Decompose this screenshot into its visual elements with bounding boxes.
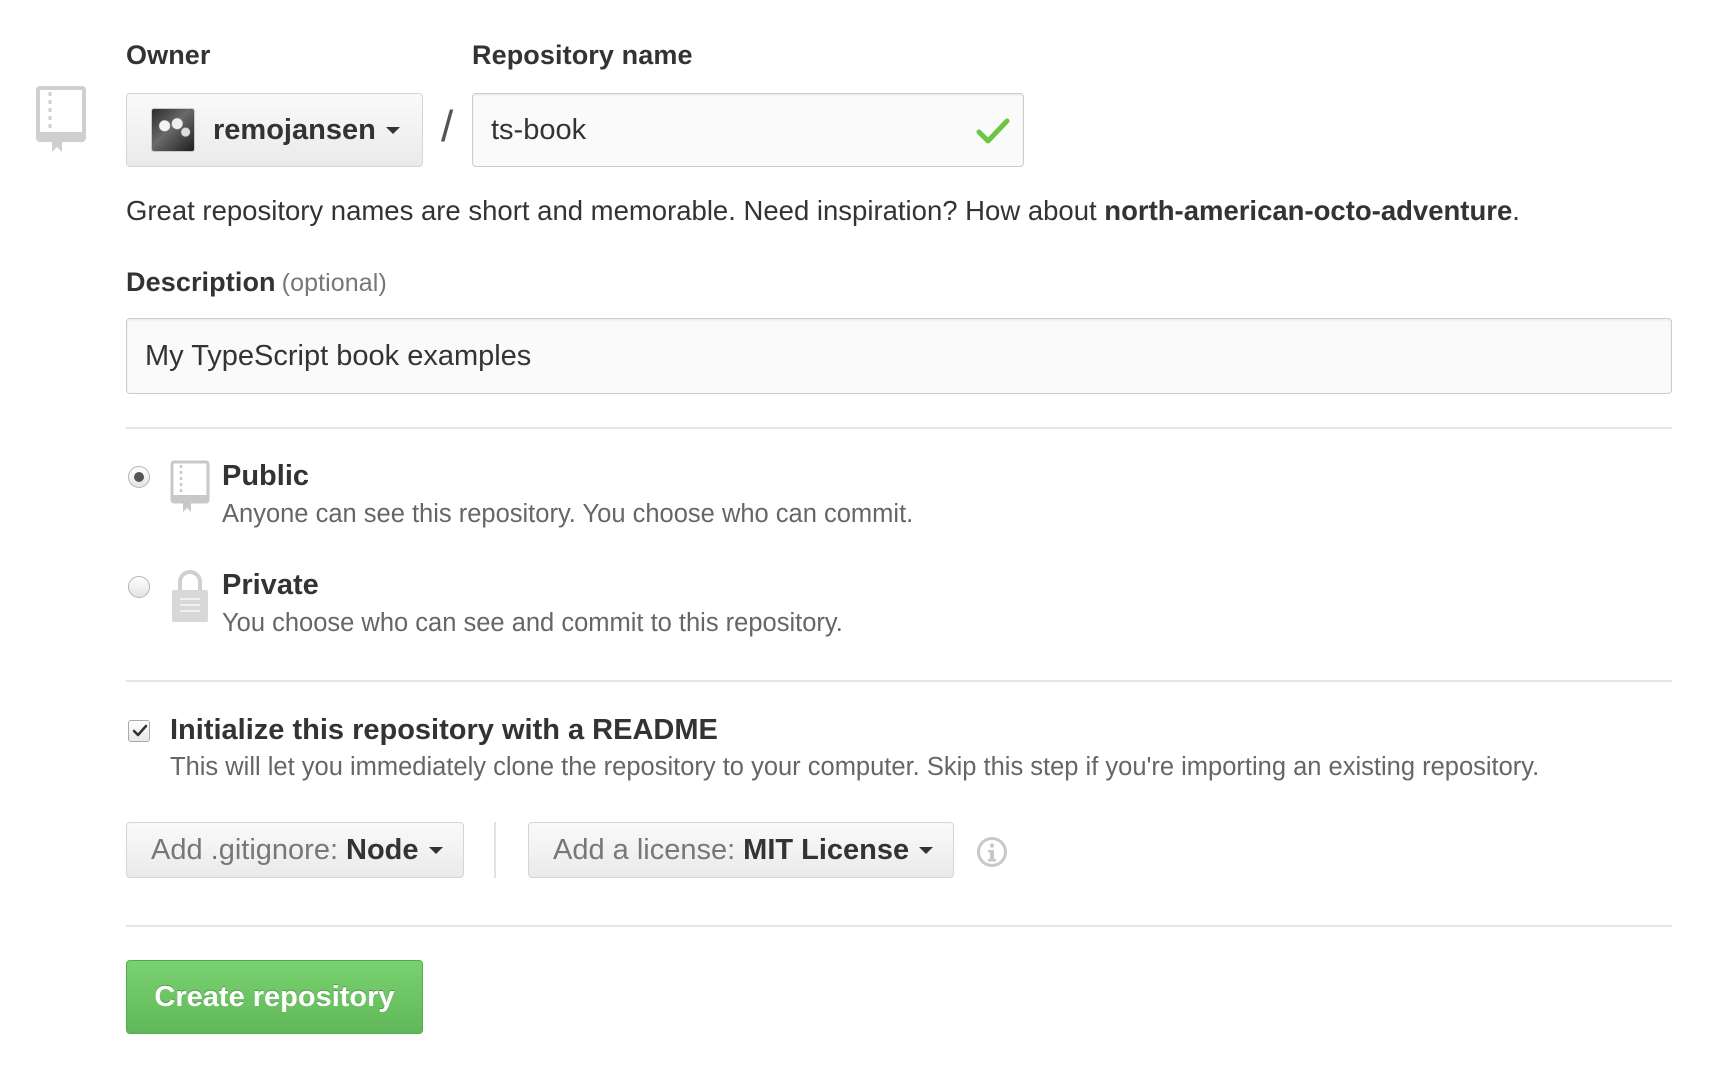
description-input[interactable] (126, 318, 1672, 394)
divider (126, 427, 1672, 429)
license-select[interactable]: Add a license: MIT License (528, 822, 954, 878)
repo-book-icon (36, 86, 86, 152)
name-suggestion: north-american-octo-adventure (1104, 195, 1513, 226)
check-icon (976, 118, 1010, 144)
chevron-down-icon (919, 846, 934, 854)
divider (126, 925, 1672, 927)
owner-repo-separator: / (441, 102, 454, 151)
readme-description: This will let you immediately clone the … (170, 753, 1540, 781)
description-label: Description (optional) (126, 267, 387, 298)
owner-name: remojansen (213, 113, 376, 146)
checkmark-icon (132, 724, 148, 737)
chevron-down-icon (428, 846, 443, 854)
readme-title: Initialize this repository with a README (170, 714, 718, 746)
hint-suffix: . (1512, 195, 1520, 226)
repository-name-input[interactable] (472, 93, 1024, 167)
owner-select[interactable]: remojansen (126, 93, 423, 167)
owner-label: Owner (126, 40, 211, 70)
public-title: Public (222, 460, 310, 492)
create-repository-button[interactable]: Create repository (126, 960, 423, 1034)
public-radio[interactable] (128, 466, 150, 488)
repository-name-hint: Great repository names are short and mem… (126, 195, 1520, 227)
optional-tag: (optional) (281, 269, 387, 297)
public-description: Anyone can see this repository. You choo… (222, 500, 914, 528)
readme-checkbox[interactable] (128, 720, 150, 742)
chevron-down-icon (385, 126, 400, 134)
description-label-text: Description (126, 267, 276, 297)
divider (126, 680, 1672, 682)
hint-text: Great repository names are short and mem… (126, 195, 1105, 226)
repository-name-label: Repository name (472, 40, 693, 70)
gitignore-prefix: Add .gitignore: (151, 833, 339, 866)
private-description: You choose who can see and commit to thi… (222, 609, 843, 637)
avatar (151, 108, 195, 152)
license-value: MIT License (743, 833, 910, 866)
gitignore-select[interactable]: Add .gitignore: Node (126, 822, 464, 878)
private-title: Private (222, 569, 319, 601)
repo-icon (170, 460, 210, 512)
lock-icon (172, 570, 208, 622)
gitignore-value: Node (346, 833, 419, 866)
info-icon[interactable] (976, 836, 1008, 868)
license-prefix: Add a license: (553, 833, 736, 866)
vertical-divider (494, 822, 496, 878)
private-radio[interactable] (128, 576, 150, 598)
